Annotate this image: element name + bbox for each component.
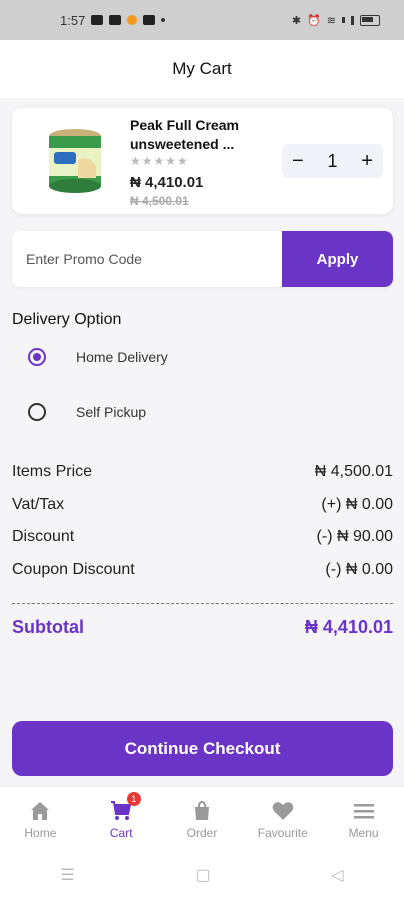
heart-icon bbox=[272, 801, 294, 820]
increase-button[interactable]: + bbox=[361, 150, 373, 173]
nav-menu-label: Menu bbox=[348, 825, 379, 840]
status-time: 1:57 bbox=[60, 12, 86, 28]
subtotal-row: Subtotal ₦ 4,410.01 bbox=[12, 617, 393, 638]
vat-row: Vat/Tax (+) ₦ 0.00 bbox=[12, 496, 393, 514]
nav-menu[interactable]: Menu bbox=[323, 787, 404, 851]
back-icon[interactable]: ◁ bbox=[331, 865, 343, 885]
radio-selected-icon[interactable] bbox=[28, 348, 46, 366]
signal-icon bbox=[351, 15, 354, 25]
delivery-option-title: Delivery Option bbox=[12, 311, 122, 328]
promo-code-input[interactable] bbox=[12, 231, 282, 287]
app-icon bbox=[109, 15, 122, 25]
dashed-divider bbox=[12, 603, 393, 604]
rating-stars: ★★★★★ bbox=[130, 154, 189, 168]
product-name[interactable]: Peak Full Cream unsweetened ... bbox=[130, 116, 270, 154]
delivery-option-pickup[interactable]: Self Pickup bbox=[28, 400, 146, 424]
radio-unselected-icon[interactable] bbox=[28, 403, 46, 421]
product-name-line2: unsweetened ... bbox=[130, 136, 235, 152]
quantity-value: 1 bbox=[327, 150, 338, 171]
product-name-line1: Peak Full Cream bbox=[130, 117, 239, 133]
promo-code-box: Apply bbox=[12, 231, 393, 287]
nav-order-label: Order bbox=[186, 825, 218, 840]
status-left: 1:57 bbox=[60, 12, 166, 28]
coupon-discount-value: (-) ₦ 0.00 bbox=[325, 561, 393, 578]
cart-item-card[interactable]: Peak Full Cream unsweetened ... ★★★★★ ₦ … bbox=[12, 108, 393, 214]
coupon-discount-row: Coupon Discount (-) ₦ 0.00 bbox=[12, 561, 393, 579]
recent-apps-icon[interactable]: ☰ bbox=[60, 865, 74, 885]
product-old-price: ₦ 4,500.01 bbox=[130, 194, 189, 208]
bottom-navigation: Home 1 Cart Order Favourite Menu bbox=[0, 786, 404, 851]
discount-value: (-) ₦ 90.00 bbox=[316, 528, 393, 545]
wifi-icon: ≋ bbox=[326, 14, 336, 27]
nav-cart[interactable]: 1 Cart bbox=[81, 787, 162, 851]
subtotal-value: ₦ 4,410.01 bbox=[304, 617, 393, 637]
delivery-option-label: Self Pickup bbox=[76, 404, 147, 420]
menu-icon bbox=[353, 803, 374, 818]
signal-icon bbox=[342, 17, 345, 23]
items-price-value: ₦ 4,500.01 bbox=[314, 463, 393, 480]
items-price-row: Items Price ₦ 4,500.01 bbox=[12, 463, 393, 481]
notification-icon bbox=[127, 15, 138, 25]
subtotal-label: Subtotal bbox=[12, 617, 84, 637]
nav-cart-label: Cart bbox=[109, 825, 133, 840]
youtube-icon bbox=[91, 15, 104, 25]
nav-favourite[interactable]: Favourite bbox=[242, 787, 323, 851]
bluetooth-icon: ✱ bbox=[291, 14, 302, 27]
continue-checkout-button[interactable]: Continue Checkout bbox=[12, 721, 393, 776]
bag-icon bbox=[194, 800, 209, 820]
product-price: ₦ 4,410.01 bbox=[130, 174, 204, 191]
system-navigation-bar: ☰ ▢ ◁ bbox=[0, 850, 404, 900]
home-square-icon[interactable]: ▢ bbox=[195, 865, 210, 885]
discount-row: Discount (-) ₦ 90.00 bbox=[12, 528, 393, 546]
apply-button[interactable]: Apply bbox=[282, 231, 393, 287]
alarm-icon: ⏰ bbox=[307, 14, 321, 27]
cart-badge: 1 bbox=[126, 792, 141, 806]
nav-favourite-label: Favourite bbox=[257, 825, 308, 840]
quantity-stepper: − 1 + bbox=[282, 144, 383, 178]
product-image bbox=[49, 129, 101, 193]
coupon-discount-label: Coupon Discount bbox=[12, 561, 135, 578]
battery-icon bbox=[360, 14, 380, 26]
instagram-icon bbox=[143, 15, 156, 25]
delivery-option-label: Home Delivery bbox=[76, 349, 168, 365]
items-price-label: Items Price bbox=[12, 463, 93, 480]
home-icon bbox=[31, 801, 50, 820]
nav-home-label: Home bbox=[24, 825, 57, 840]
more-dot-icon bbox=[161, 18, 166, 22]
vat-value: (+) ₦ 0.00 bbox=[321, 496, 393, 513]
page-title: My Cart bbox=[172, 59, 232, 78]
status-bar: 1:57 ✱ ⏰ ≋ bbox=[0, 0, 404, 40]
status-right: ✱ ⏰ ≋ bbox=[292, 14, 380, 27]
delivery-option-home[interactable]: Home Delivery bbox=[28, 345, 168, 369]
nav-home[interactable]: Home bbox=[0, 787, 81, 851]
vat-label: Vat/Tax bbox=[12, 496, 65, 513]
page-title-bar: My Cart bbox=[0, 40, 404, 98]
nav-order[interactable]: Order bbox=[162, 787, 243, 851]
discount-label: Discount bbox=[12, 528, 75, 545]
decrease-button[interactable]: − bbox=[292, 150, 304, 173]
